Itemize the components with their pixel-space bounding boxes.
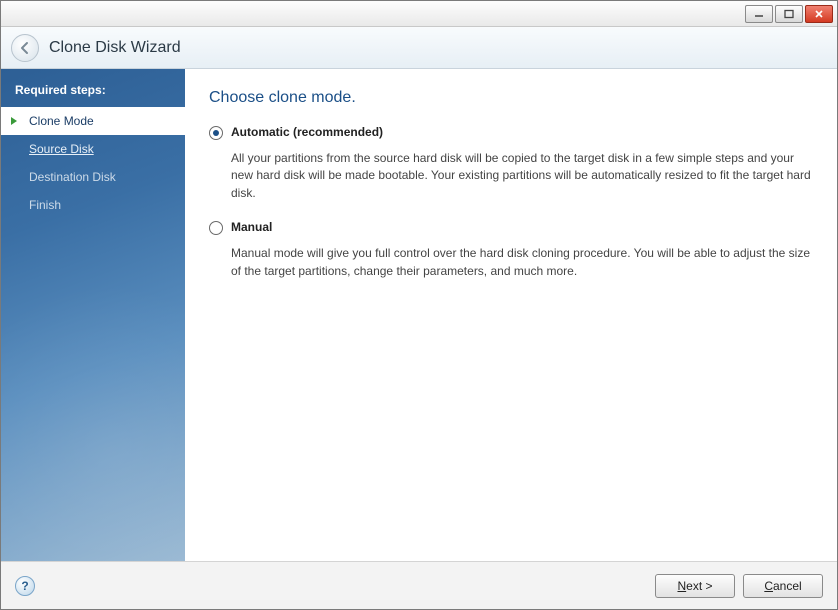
option-manual-label: Manual [231, 220, 272, 234]
step-source-disk[interactable]: Source Disk [1, 135, 185, 163]
sidebar-header: Required steps: [1, 75, 185, 107]
main-panel: Choose clone mode. Automatic (recommende… [185, 69, 837, 561]
wizard-window: Clone Disk Wizard Required steps: Clone … [0, 0, 838, 610]
footer: ? Next > Cancel [1, 561, 837, 609]
help-icon[interactable]: ? [15, 576, 35, 596]
step-finish: Finish [1, 191, 185, 219]
close-button[interactable] [805, 5, 833, 23]
radio-automatic[interactable] [209, 126, 223, 140]
body: Required steps: Clone Mode Source Disk D… [1, 69, 837, 561]
cancel-button-rest: ancel [773, 579, 802, 593]
titlebar [1, 1, 837, 27]
wizard-title: Clone Disk Wizard [49, 39, 181, 57]
step-clone-mode[interactable]: Clone Mode [1, 107, 185, 135]
sidebar: Required steps: Clone Mode Source Disk D… [1, 69, 185, 561]
header: Clone Disk Wizard [1, 27, 837, 69]
next-button-rest: ext > [686, 579, 712, 593]
option-automatic-description: All your partitions from the source hard… [231, 150, 813, 202]
back-button[interactable] [11, 34, 39, 62]
page-title: Choose clone mode. [209, 89, 813, 107]
minimize-button[interactable] [745, 5, 773, 23]
option-automatic-label: Automatic (recommended) [231, 125, 383, 139]
radio-manual[interactable] [209, 221, 223, 235]
option-manual[interactable]: Manual [209, 220, 813, 235]
option-manual-description: Manual mode will give you full control o… [231, 245, 813, 280]
step-destination-disk: Destination Disk [1, 163, 185, 191]
option-automatic[interactable]: Automatic (recommended) [209, 125, 813, 140]
maximize-button[interactable] [775, 5, 803, 23]
cancel-button[interactable]: Cancel [743, 574, 823, 598]
next-button[interactable]: Next > [655, 574, 735, 598]
